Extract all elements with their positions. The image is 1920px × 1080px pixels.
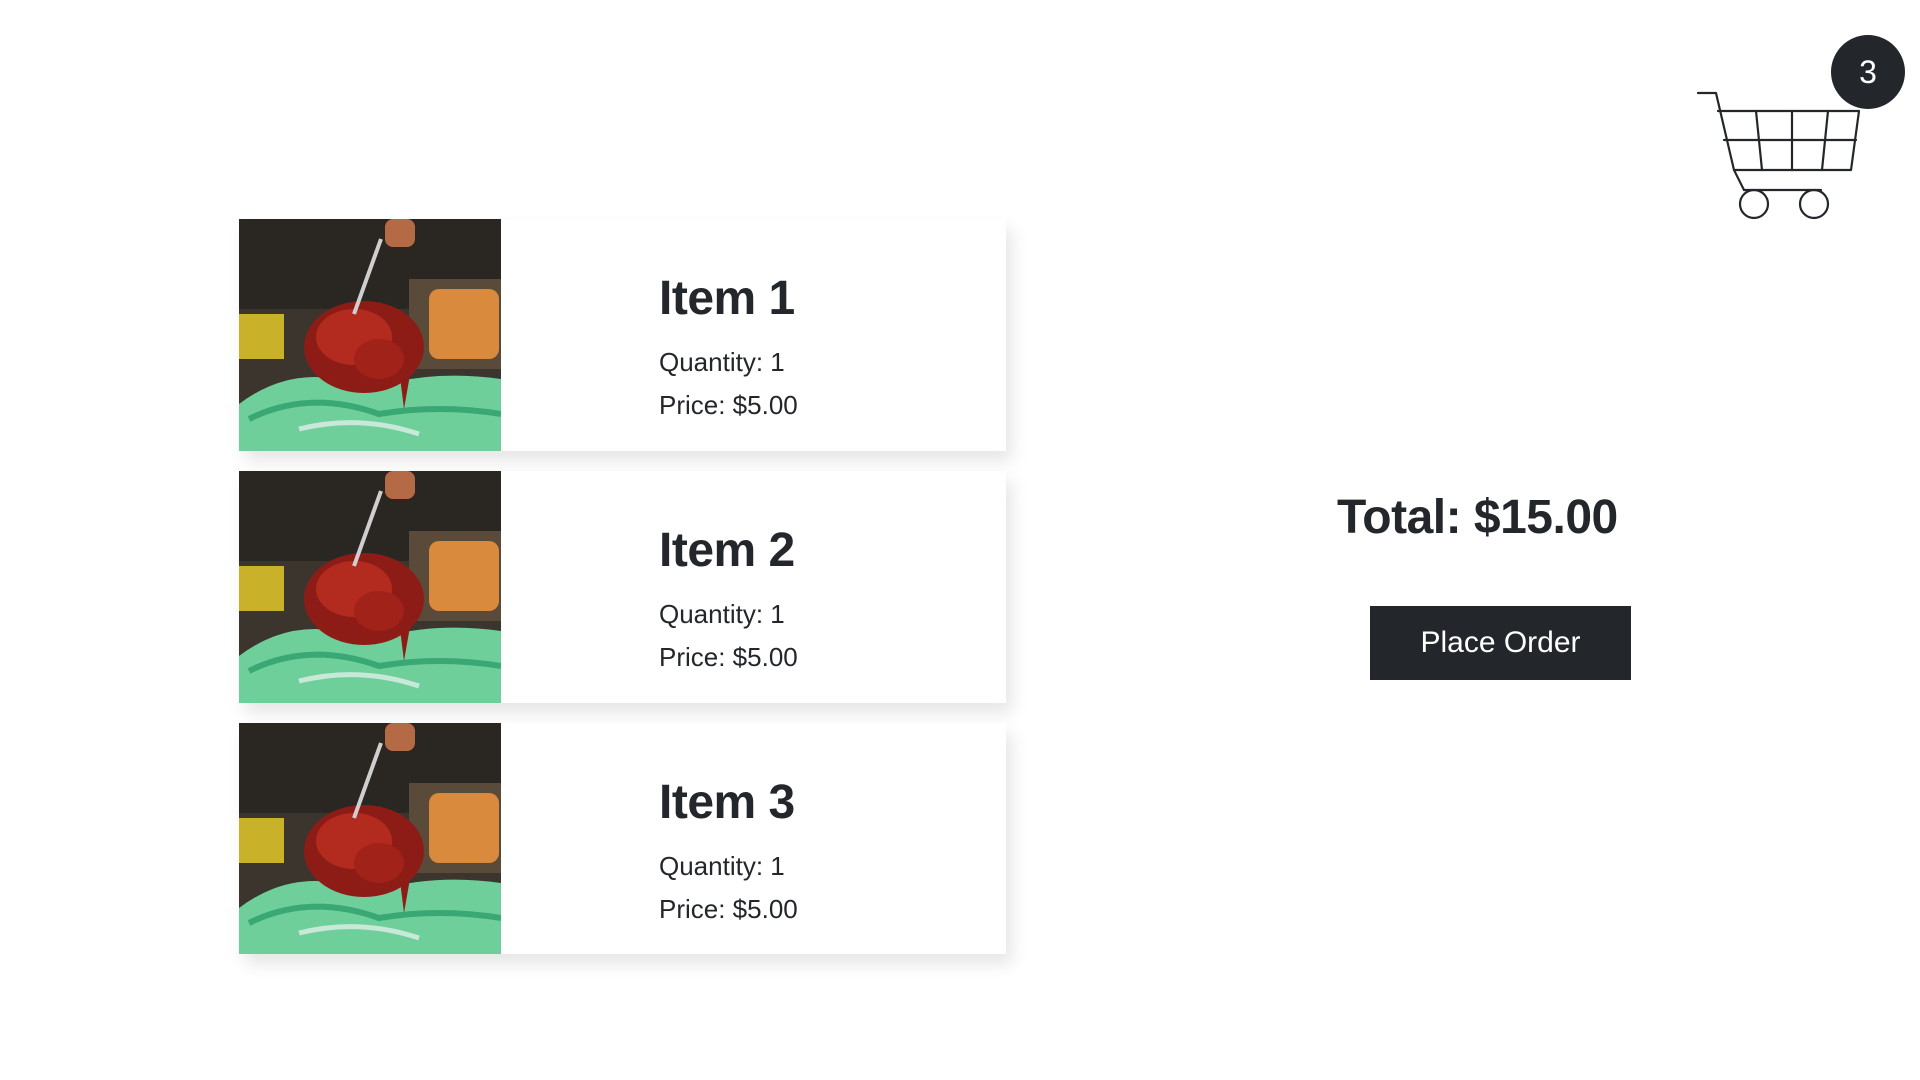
- item-price: Price: $5.00: [659, 894, 798, 924]
- cart-items-list: Item 1 Quantity: 1 Price: $5.00 Item 2 Q…: [239, 219, 1006, 974]
- item-quantity: Quantity: 1: [659, 599, 785, 629]
- cart-item: Item 3 Quantity: 1 Price: $5.00: [239, 723, 1006, 954]
- item-image: [239, 723, 501, 954]
- item-price: Price: $5.00: [659, 642, 798, 672]
- item-name: Item 3: [659, 776, 795, 829]
- item-quantity: Quantity: 1: [659, 347, 785, 377]
- checkout-page: 3 Item 1 Quantity: 1 Price: $5.00 Item 2…: [0, 0, 1920, 1080]
- item-price: Price: $5.00: [659, 390, 798, 420]
- cart-item: Item 1 Quantity: 1 Price: $5.00: [239, 219, 1006, 451]
- item-quantity: Quantity: 1: [659, 851, 785, 881]
- item-name: Item 2: [659, 524, 795, 577]
- item-details: Item 2 Quantity: 1 Price: $5.00: [659, 527, 798, 679]
- item-details: Item 1 Quantity: 1 Price: $5.00: [659, 275, 798, 427]
- shopping-cart-icon: [1696, 91, 1861, 220]
- cart-button[interactable]: 3: [1696, 35, 1905, 220]
- item-details: Item 3 Quantity: 1 Price: $5.00: [659, 779, 798, 931]
- place-order-button[interactable]: Place Order: [1370, 606, 1631, 680]
- item-image: [239, 219, 501, 451]
- cart-item: Item 2 Quantity: 1 Price: $5.00: [239, 471, 1006, 703]
- item-name: Item 1: [659, 272, 795, 325]
- order-total: Total: $15.00: [1337, 491, 1618, 544]
- cart-count-badge: 3: [1831, 35, 1905, 109]
- item-image: [239, 471, 501, 703]
